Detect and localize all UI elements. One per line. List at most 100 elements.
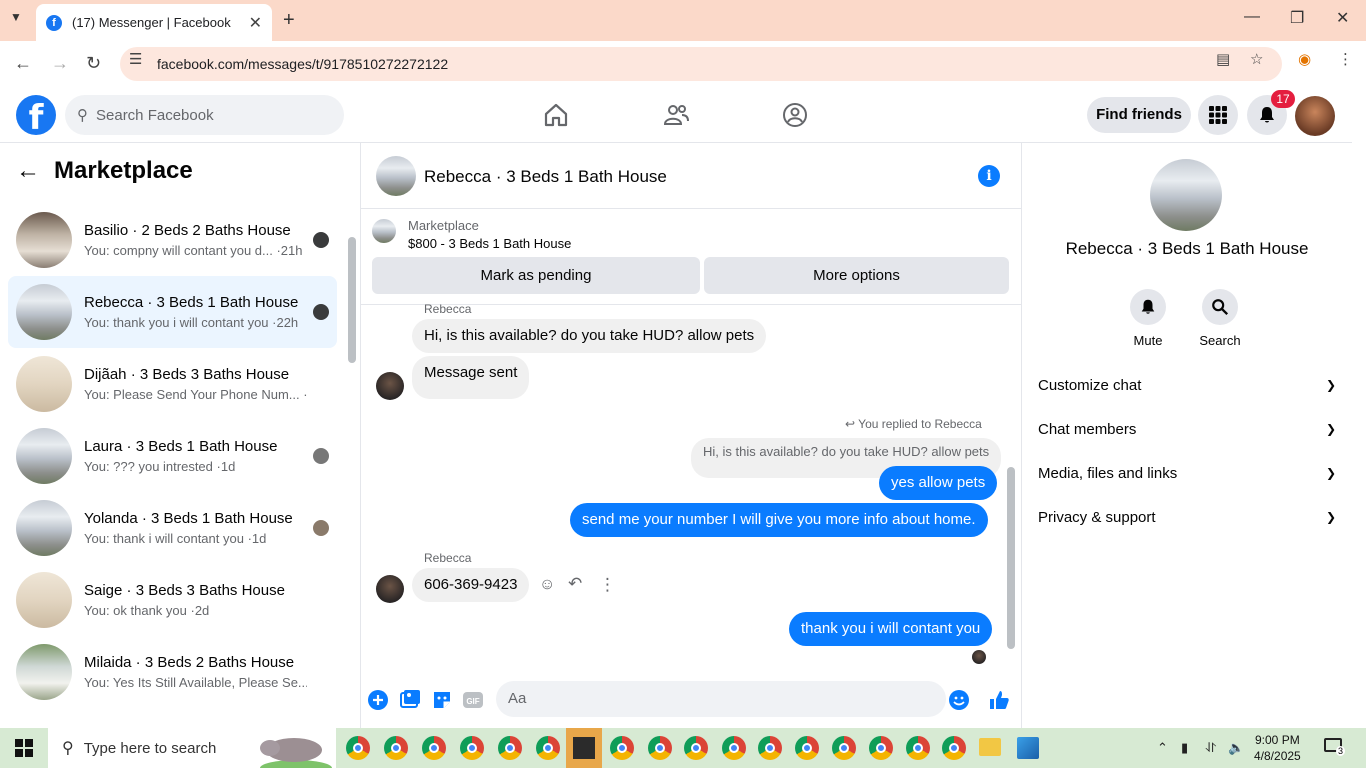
facebook-search-input[interactable]: ⚲ Search Facebook xyxy=(65,95,344,135)
bookmark-star-icon[interactable]: ☆ xyxy=(1250,50,1263,68)
reload-icon[interactable]: ↻ xyxy=(86,53,101,74)
incoming-message[interactable]: Hi, is this available? do you take HUD? … xyxy=(412,319,767,353)
sender-avatar[interactable] xyxy=(376,372,404,400)
chrome-taskbar-icon[interactable] xyxy=(758,736,782,760)
menu-grid-icon[interactable] xyxy=(1198,95,1238,135)
info-icon[interactable]: i xyxy=(978,165,1000,187)
tab-search-icon[interactable]: ▼ xyxy=(10,10,22,24)
chat-scrollbar[interactable] xyxy=(1006,307,1016,665)
friends-icon[interactable] xyxy=(662,101,690,129)
file-explorer-icon[interactable] xyxy=(979,738,1001,756)
reply-icon[interactable]: ↶ xyxy=(568,574,582,594)
chrome-taskbar-icon[interactable] xyxy=(869,736,893,760)
minimize-icon[interactable]: — xyxy=(1244,8,1260,26)
listing-thumbnail xyxy=(16,212,72,268)
conversation-item[interactable]: Saige · 3 Beds 3 Baths House You: ok tha… xyxy=(8,564,337,636)
listing-price[interactable]: $800 - 3 Beds 1 Bath House xyxy=(408,236,571,251)
thumbs-up-icon[interactable] xyxy=(988,689,1010,711)
close-window-icon[interactable]: ✕ xyxy=(1336,8,1349,28)
outgoing-message[interactable]: yes allow pets xyxy=(879,466,998,500)
chat-title[interactable]: Rebecca · 3 Beds 1 Bath House xyxy=(424,167,667,187)
browser-menu-icon[interactable]: ⋮ xyxy=(1338,50,1353,68)
chat-avatar[interactable] xyxy=(376,156,416,196)
profile-icon[interactable]: ◉ xyxy=(1298,50,1311,68)
facebook-logo-icon[interactable]: f xyxy=(16,95,56,135)
clock-time: 9:00 PM xyxy=(1255,733,1300,747)
privacy-support-section[interactable]: Privacy & support ❯ xyxy=(1038,495,1336,539)
photo-icon[interactable] xyxy=(399,689,421,711)
chat-members-section[interactable]: Chat members ❯ xyxy=(1038,407,1336,451)
chrome-taskbar-icon[interactable] xyxy=(906,736,930,760)
message-input[interactable]: Aa xyxy=(496,681,946,717)
incoming-message[interactable]: 606-369-9423 xyxy=(412,568,530,602)
sidebar-scrollbar[interactable] xyxy=(347,195,357,728)
account-avatar[interactable] xyxy=(1295,96,1335,136)
chrome-taskbar-icon[interactable] xyxy=(536,736,560,760)
home-icon[interactable] xyxy=(542,101,570,129)
sender-name: Rebecca xyxy=(424,551,472,565)
site-info-icon[interactable]: ☰ xyxy=(129,50,142,68)
new-tab-icon[interactable]: + xyxy=(283,9,295,32)
chrome-taskbar-icon[interactable] xyxy=(795,736,819,760)
volume-icon[interactable]: 🔈 xyxy=(1228,740,1244,756)
chrome-taskbar-icon[interactable] xyxy=(648,736,672,760)
chrome-taskbar-icon[interactable] xyxy=(610,736,634,760)
photos-app-icon[interactable] xyxy=(1017,737,1039,759)
outgoing-message[interactable]: send me your number I will give you more… xyxy=(570,503,988,537)
back-icon[interactable]: ← xyxy=(14,53,32,74)
search-in-chat-button[interactable]: Search xyxy=(1190,289,1250,348)
notification-center-icon[interactable]: 3 xyxy=(1324,738,1346,756)
install-app-icon[interactable]: ▤ xyxy=(1216,50,1230,68)
chrome-taskbar-icon[interactable] xyxy=(722,736,746,760)
conversation-item[interactable]: Basilio · 2 Beds 2 Baths House You: comp… xyxy=(8,204,337,276)
sticker-icon[interactable] xyxy=(431,689,453,711)
show-hidden-icons-icon[interactable]: ⌃ xyxy=(1157,740,1168,756)
back-arrow-icon[interactable]: ← xyxy=(16,157,40,185)
chrome-taskbar-icon[interactable] xyxy=(684,736,708,760)
customize-chat-section[interactable]: Customize chat ❯ xyxy=(1038,363,1336,407)
chrome-taskbar-icon[interactable] xyxy=(346,736,370,760)
sender-avatar[interactable] xyxy=(376,575,404,603)
chrome-taskbar-icon[interactable] xyxy=(460,736,484,760)
conversation-name: Rebecca · 3 Beds 1 Bath House xyxy=(84,294,299,311)
mark-as-pending-button[interactable]: Mark as pending xyxy=(372,257,700,294)
page-scrollbar[interactable] xyxy=(1352,87,1366,728)
chrome-taskbar-icon[interactable] xyxy=(498,736,522,760)
conversation-item[interactable]: Laura · 3 Beds 1 Bath House You: ??? you… xyxy=(8,420,337,492)
incoming-message[interactable]: Message sent xyxy=(412,356,530,399)
restore-icon[interactable]: ❐ xyxy=(1290,8,1304,28)
system-clock[interactable]: 9:00 PM 4/8/2025 xyxy=(1254,732,1301,764)
chrome-taskbar-icon[interactable] xyxy=(942,736,966,760)
gif-icon[interactable]: GIF xyxy=(462,689,484,711)
wifi-icon[interactable]: ⥯ xyxy=(1206,740,1216,756)
contact-avatar[interactable] xyxy=(1150,159,1222,231)
windows-start-icon[interactable] xyxy=(15,739,33,757)
react-emoji-icon[interactable]: ☺ xyxy=(539,576,555,594)
conversation-item[interactable]: Milaida · 3 Beds 2 Baths House You: Yes … xyxy=(8,636,337,708)
facebook-header: f ⚲ Search Facebook Find friends 17 xyxy=(0,87,1366,143)
more-options-button[interactable]: More options xyxy=(704,257,1009,294)
browser-tab[interactable]: f (17) Messenger | Facebook ✕ xyxy=(36,4,272,41)
plus-circle-icon[interactable] xyxy=(367,689,389,711)
more-actions-icon[interactable]: ⋮ xyxy=(599,575,616,595)
sticky-notes-taskbar-icon[interactable] xyxy=(566,728,602,768)
conversation-item[interactable]: Yolanda · 3 Beds 1 Bath House You: thank… xyxy=(8,492,337,564)
emoji-icon[interactable] xyxy=(948,689,970,711)
chrome-taskbar-icon[interactable] xyxy=(832,736,856,760)
read-receipt-avatar xyxy=(313,448,329,464)
sidebar-scrollbar-thumb[interactable] xyxy=(348,237,356,363)
find-friends-button[interactable]: Find friends xyxy=(1087,97,1191,133)
chrome-taskbar-icon[interactable] xyxy=(422,736,446,760)
chat-scrollbar-thumb[interactable] xyxy=(1007,467,1015,649)
mute-button[interactable]: Mute xyxy=(1118,289,1178,348)
groups-icon[interactable] xyxy=(781,101,809,129)
conversation-item-active[interactable]: Rebecca · 3 Beds 1 Bath House You: thank… xyxy=(8,276,337,348)
conversation-item[interactable]: Dijãah · 3 Beds 3 Baths House You: Pleas… xyxy=(8,348,337,420)
outgoing-message[interactable]: thank you i will contant you xyxy=(789,612,993,646)
url-field[interactable]: facebook.com/messages/t/9178510272272122 xyxy=(120,47,1282,81)
media-files-links-section[interactable]: Media, files and links ❯ xyxy=(1038,451,1336,495)
chrome-taskbar-icon[interactable] xyxy=(384,736,408,760)
close-tab-icon[interactable]: ✕ xyxy=(249,13,262,33)
battery-icon[interactable]: ▮ xyxy=(1181,740,1188,756)
forward-icon[interactable]: → xyxy=(51,53,69,74)
